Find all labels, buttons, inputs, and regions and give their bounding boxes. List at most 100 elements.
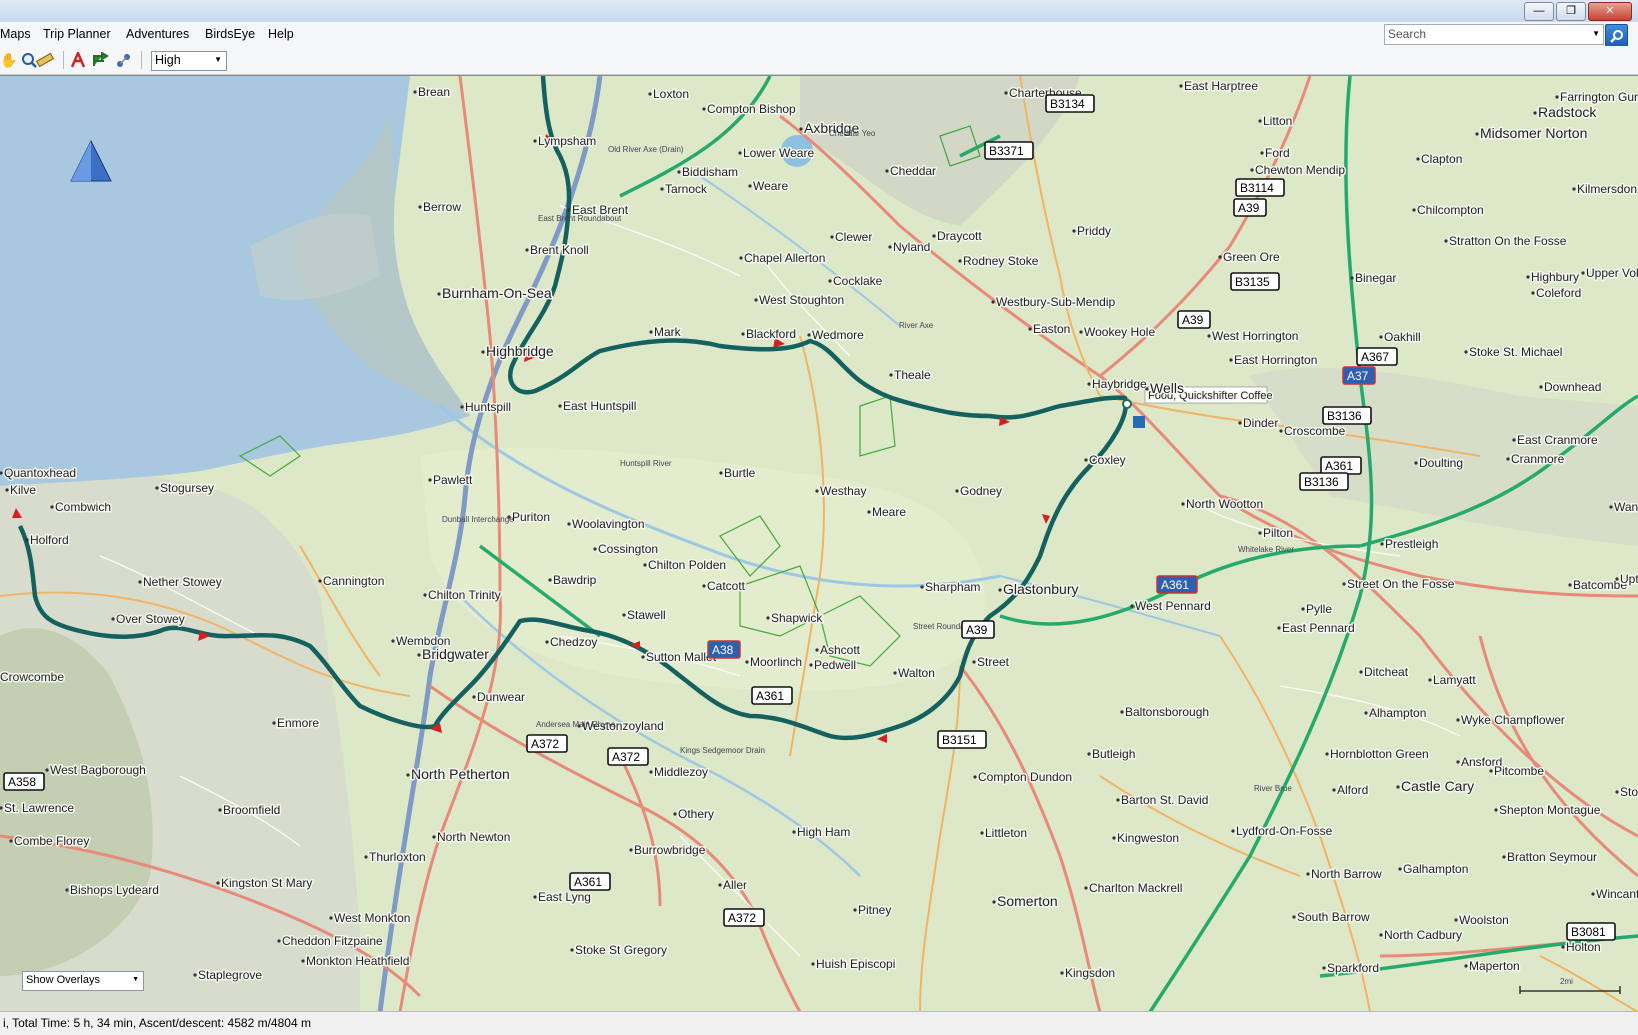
place-label: Wyke Champflower (1461, 713, 1565, 727)
place-label: St. Lawrence (4, 801, 74, 815)
road-shield-label: A372 (531, 737, 559, 751)
place-label: Lower Weare (743, 146, 814, 160)
place-dot (1028, 327, 1032, 331)
place-label: North Cadbury (1384, 928, 1462, 942)
road-shield-label: A38 (712, 643, 734, 657)
place-label: Alhampton (1369, 706, 1426, 720)
place-label: Chilton Polden (648, 558, 726, 572)
place-label: Kilve (10, 483, 36, 497)
place-dot (830, 235, 834, 239)
place-dot (1229, 358, 1233, 362)
place-dot (1325, 752, 1329, 756)
place-label: Wells (1150, 380, 1184, 396)
place-dot (406, 773, 410, 777)
road-shield: A367 (1356, 347, 1398, 366)
place-dot (1456, 760, 1460, 764)
feature-label: Whitelake River (1238, 545, 1294, 554)
place-label: Clapton (1421, 152, 1462, 166)
place-label: Broomfield (223, 803, 280, 817)
place-label: Thurloxton (369, 850, 426, 864)
place-dot (25, 538, 29, 542)
place-dot (799, 127, 803, 131)
place-label: Clewer (835, 230, 872, 244)
place-label: Stawell (627, 608, 666, 622)
place-label: Pawlett (433, 473, 473, 487)
menu-birdseye[interactable]: BirdsEye (205, 27, 255, 41)
place-label: Compton Bishop (707, 102, 796, 116)
place-label: Bawdrip (553, 573, 597, 587)
place-label: Rodney Stoke (963, 254, 1039, 268)
place-label: Moorlinch (750, 655, 802, 669)
place-dot (432, 835, 436, 839)
hand-icon[interactable]: ✋ (0, 51, 18, 69)
place-dot (853, 908, 857, 912)
road-shield-label: A361 (1161, 578, 1189, 592)
place-dot (218, 808, 222, 812)
place-dot (718, 883, 722, 887)
place-label: Chedzoy (550, 635, 597, 649)
restore-button[interactable]: ❐ (1556, 2, 1586, 21)
map-canvas[interactable]: Food, Quickshifter Coffee Brean LoxtonCom… (0, 76, 1638, 1012)
road-shield: B3081 (1566, 922, 1616, 941)
menu-help[interactable]: Help (268, 27, 294, 41)
place-label: Pedwell (814, 658, 856, 672)
track-icon[interactable] (115, 51, 133, 69)
place-dot (702, 107, 706, 111)
directions-icon[interactable] (92, 51, 110, 69)
place-dot (1615, 790, 1619, 794)
road-shield: B3136 (1299, 472, 1349, 491)
show-overlays-select[interactable]: Show Overlays ▼ (22, 971, 144, 991)
menu-adventures[interactable]: Adventures (126, 27, 189, 41)
chevron-down-icon: ▼ (214, 55, 222, 64)
place-label: Dinder (1243, 416, 1278, 430)
road-shield: A358 (3, 772, 45, 791)
place-dot (998, 588, 1002, 592)
place-label: Lympsham (538, 134, 596, 148)
place-label: Bratton Seymour (1507, 850, 1597, 864)
chevron-down-icon[interactable]: ▼ (1592, 29, 1600, 38)
minimize-button[interactable]: — (1524, 2, 1554, 21)
measure-icon[interactable] (36, 51, 54, 69)
place-dot (558, 404, 562, 408)
place-dot (641, 655, 645, 659)
close-button[interactable]: ✕ (1588, 2, 1632, 21)
place-dot (807, 333, 811, 337)
search-button[interactable] (1605, 24, 1628, 47)
waypoint-icon[interactable] (1122, 399, 1132, 409)
place-label: Huish Episcopi (816, 957, 895, 971)
search-input[interactable]: Search ▼ (1384, 24, 1604, 45)
feature-label: River Brue (1254, 784, 1292, 793)
place-dot (138, 580, 142, 584)
route-icon[interactable] (69, 51, 87, 69)
place-label: Pilton (1263, 526, 1293, 540)
place-label: Wedmore (812, 328, 864, 342)
place-dot (193, 973, 197, 977)
place-label: South Barrow (1297, 910, 1370, 924)
feature-label: East Brent Roundabout (538, 214, 622, 223)
place-label: Easton (1033, 322, 1070, 336)
poi-marker-icon[interactable] (1133, 416, 1145, 428)
place-dot (545, 640, 549, 644)
place-dot (364, 855, 368, 859)
place-label: Puriton (512, 510, 550, 524)
map-view[interactable]: Food, Quickshifter Coffee Brean Loxton Com… (0, 75, 1638, 1012)
place-label: Compton Dundon (978, 770, 1072, 784)
menu-maps[interactable]: Maps (0, 27, 31, 41)
menu-trip-planner[interactable]: Trip Planner (43, 27, 111, 41)
place-label: Kilmersdon (1577, 182, 1637, 196)
place-label: Tarnock (665, 182, 708, 196)
place-dot (428, 478, 432, 482)
place-dot (629, 848, 633, 852)
place-dot (1250, 168, 1254, 172)
detail-level-select[interactable]: High ▼ (151, 51, 227, 71)
place-dot (973, 775, 977, 779)
place-label: West Monkton (334, 911, 410, 925)
road-shield-label: B3114 (1240, 181, 1274, 195)
place-dot (1322, 966, 1326, 970)
place-dot (1512, 438, 1516, 442)
place-dot (1207, 334, 1211, 338)
place-dot (1364, 711, 1368, 715)
place-dot (815, 648, 819, 652)
place-dot (748, 184, 752, 188)
place-dot (301, 959, 305, 963)
